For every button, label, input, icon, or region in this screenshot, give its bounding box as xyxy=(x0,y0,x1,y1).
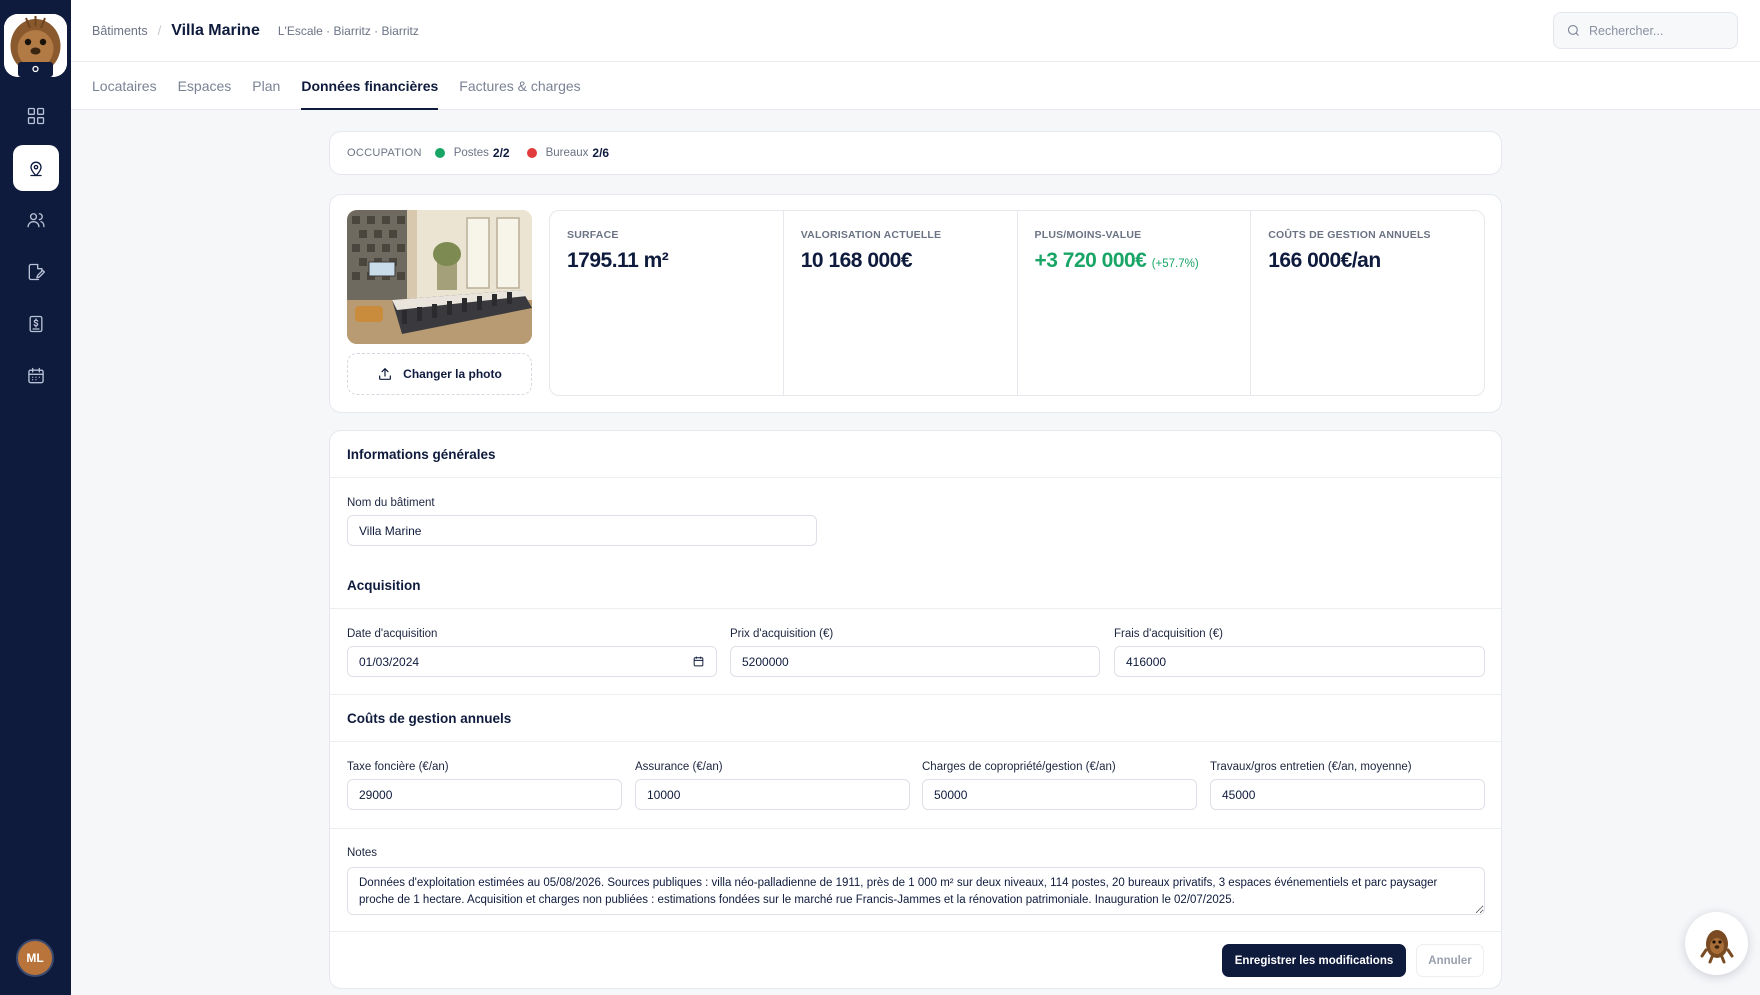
section-acquisition-title: Acquisition xyxy=(330,562,1501,609)
breadcrumb-root-link[interactable]: Bâtiments xyxy=(92,24,148,38)
section-divider xyxy=(330,828,1501,829)
invoice-dollar-icon[interactable] xyxy=(13,301,59,347)
status-dot-red-icon xyxy=(526,148,537,158)
stat-couts-gestion: COÛTS DE GESTION ANNUELS 166 000€/an xyxy=(1251,211,1484,395)
stat-label: VALORISATION ACTUELLE xyxy=(800,229,942,241)
assistant-mascot-icon[interactable] xyxy=(1685,912,1748,975)
maintenance-works-label: Travaux/gros entretien (€/an, moyenne) xyxy=(1210,761,1412,773)
top-bar: Bâtiments / Villa Marine L'Escale · Biar… xyxy=(71,0,1760,62)
stat-delta: (+57.7%) xyxy=(1151,258,1199,270)
section-costs-title: Coûts de gestion annuels xyxy=(330,695,1501,742)
status-dot-green-icon xyxy=(434,148,445,158)
acquisition-fees-label: Frais d'acquisition (€) xyxy=(1114,628,1223,640)
search-input[interactable] xyxy=(1589,23,1729,38)
occupancy-postes-value: 2/2 xyxy=(492,146,510,160)
occupancy-postes-label: Postes xyxy=(453,147,489,159)
tab-locataires[interactable]: Locataires xyxy=(92,62,157,110)
stat-surface: SURFACE 1795.11 m² xyxy=(550,211,784,395)
insurance-label: Assurance (€/an) xyxy=(635,761,723,773)
sidebar: ML xyxy=(0,0,71,995)
occupancy-label: OCCUPATION xyxy=(347,147,422,159)
stat-value-row: +3 720 000€ (+57.7%) xyxy=(1035,249,1234,273)
building-name-label: Nom du bâtiment xyxy=(347,497,435,509)
calendar-icon[interactable] xyxy=(13,353,59,399)
property-tax-label: Taxe foncière (€/an) xyxy=(347,761,449,773)
users-icon[interactable] xyxy=(13,197,59,243)
cancel-button[interactable]: Annuler xyxy=(1416,944,1484,977)
co-ownership-charges-field[interactable] xyxy=(922,779,1197,810)
acquisition-fees-field[interactable] xyxy=(1114,646,1485,677)
acquisition-date-label: Date d'acquisition xyxy=(347,628,438,640)
tab-bar: Locataires Espaces Plan Données financiè… xyxy=(71,62,1760,110)
stat-plus-moins-value: PLUS/MOINS-VALUE +3 720 000€ (+57.7%) xyxy=(1018,211,1252,395)
stat-value: 10 168 000€ xyxy=(800,249,913,272)
change-photo-label: Changer la photo xyxy=(403,367,502,381)
occupancy-bureaux: Bureaux 2/6 xyxy=(526,146,610,160)
occupancy-bureaux-value: 2/6 xyxy=(592,146,610,160)
tab-factures-charges[interactable]: Factures & charges xyxy=(459,62,580,110)
acquisition-date-value: 01/03/2024 xyxy=(359,654,420,669)
tab-donnees-financieres[interactable]: Données financières xyxy=(301,62,439,110)
stat-value: 166 000€/an xyxy=(1268,249,1381,272)
building-photo xyxy=(347,210,532,344)
dashboard-grid-icon[interactable] xyxy=(13,93,59,139)
stat-valorisation: VALORISATION ACTUELLE 10 168 000€ xyxy=(784,211,1018,395)
upload-icon xyxy=(379,368,392,380)
page-title: Villa Marine xyxy=(171,22,260,39)
acquisition-date-field[interactable]: 01/03/2024 xyxy=(347,646,717,677)
notes-textarea[interactable]: Données d'exploitation estimées au 05/08… xyxy=(347,867,1485,915)
mascot-logo-icon[interactable] xyxy=(4,14,67,77)
building-name-field[interactable] xyxy=(347,515,817,546)
avatar-initials: ML xyxy=(26,951,44,965)
save-button[interactable]: Enregistrer les modifications xyxy=(1222,944,1406,977)
occupancy-postes: Postes 2/2 xyxy=(434,146,510,160)
calendar-picker-icon[interactable] xyxy=(692,655,705,668)
avatar[interactable]: ML xyxy=(16,939,54,977)
notes-label: Notes xyxy=(347,847,378,859)
acquisition-price-label: Prix d'acquisition (€) xyxy=(730,628,834,640)
form-card: Informations générales Nom du bâtiment A… xyxy=(329,430,1502,989)
stat-label: PLUS/MOINS-VALUE xyxy=(1034,229,1142,241)
search-box[interactable] xyxy=(1553,12,1738,49)
breadcrumb-separator: / xyxy=(157,23,162,38)
acquisition-price-field[interactable] xyxy=(730,646,1100,677)
stat-label: COÛTS DE GESTION ANNUELS xyxy=(1268,229,1431,241)
breadcrumb: Bâtiments / Villa Marine L'Escale · Biar… xyxy=(92,22,419,40)
occupancy-card: OCCUPATION Postes 2/2 Bureaux 2/6 xyxy=(329,131,1502,175)
search-icon xyxy=(1567,24,1579,36)
change-photo-button[interactable]: Changer la photo xyxy=(347,353,532,395)
property-tax-field[interactable] xyxy=(347,779,622,810)
stats-grid: SURFACE 1795.11 m² VALORISATION ACTUELLE… xyxy=(549,210,1485,396)
stat-value: 1795.11 m² xyxy=(567,249,669,272)
section-general-title: Informations générales xyxy=(330,431,1501,478)
building-pin-icon[interactable] xyxy=(12,145,59,191)
stat-value: +3 720 000€ xyxy=(1034,249,1147,272)
tab-espaces[interactable]: Espaces xyxy=(178,62,232,110)
actions-divider xyxy=(330,931,1501,932)
page-subtitle: L'Escale · Biarritz · Biarritz xyxy=(277,24,419,38)
occupancy-bureaux-label: Bureaux xyxy=(545,147,589,159)
tab-plan[interactable]: Plan xyxy=(252,62,280,110)
document-edit-icon[interactable] xyxy=(13,249,59,295)
maintenance-works-field[interactable] xyxy=(1210,779,1485,810)
insurance-field[interactable] xyxy=(635,779,910,810)
co-ownership-charges-label: Charges de copropriété/gestion (€/an) xyxy=(922,761,1116,773)
stat-label: SURFACE xyxy=(567,229,619,241)
summary-card: Changer la photo SURFACE 1795.11 m² VALO… xyxy=(329,194,1502,413)
